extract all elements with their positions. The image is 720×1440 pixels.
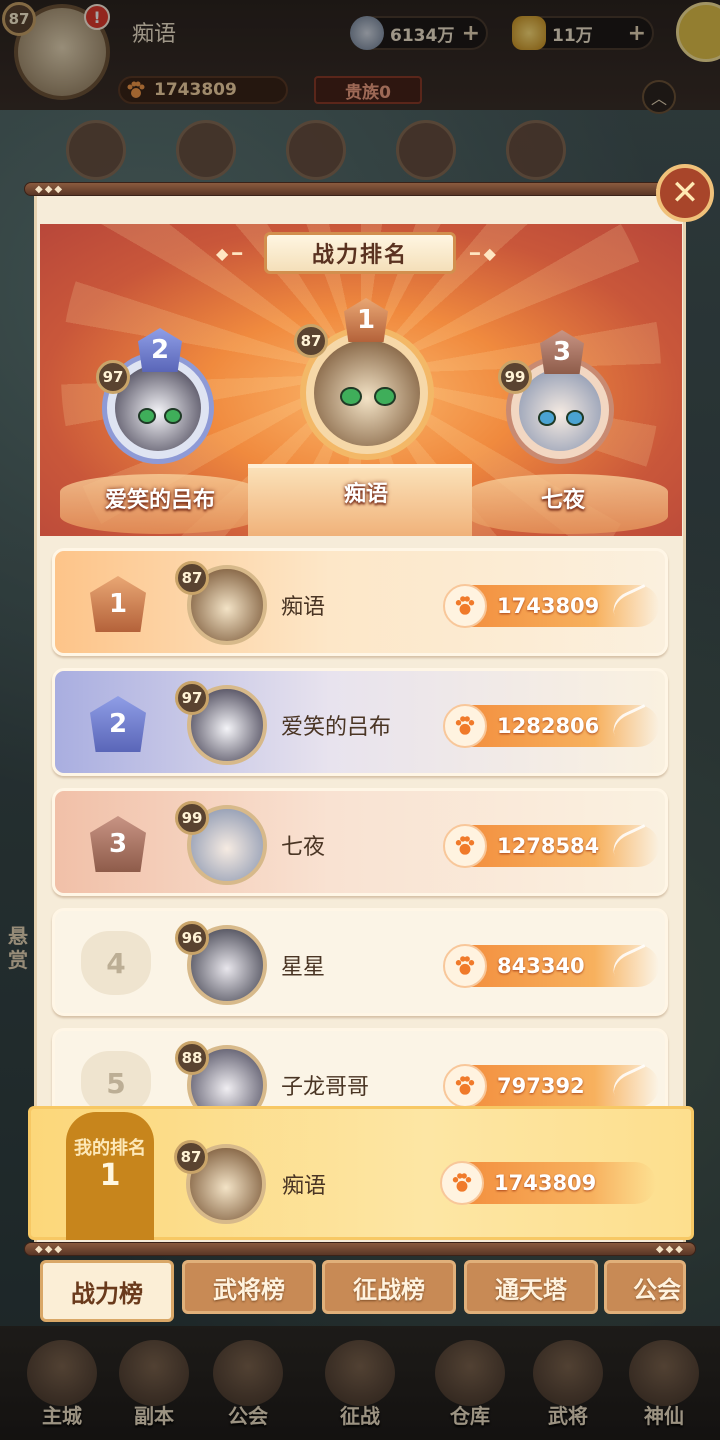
player-name: 痴语 bbox=[281, 595, 326, 620]
rank-cat-badge: 5 bbox=[81, 1051, 151, 1106]
feather-icon bbox=[607, 944, 659, 991]
player-name: 爱笑的吕布 bbox=[281, 715, 392, 740]
tab-tower[interactable]: 通天塔 bbox=[464, 1260, 598, 1314]
feather-icon bbox=[607, 584, 659, 631]
rank-number: 2 bbox=[90, 696, 146, 752]
paw-icon bbox=[443, 824, 487, 868]
my-rank-value: 1 bbox=[99, 1158, 121, 1193]
my-level-badge: 87 bbox=[174, 1140, 208, 1174]
paw-icon bbox=[443, 584, 487, 628]
banner-deco-right: ━◆ bbox=[470, 244, 500, 263]
paw-icon bbox=[443, 944, 487, 988]
my-name: 痴语 bbox=[282, 1174, 327, 1199]
podium-level-2: 97 bbox=[96, 360, 130, 394]
level-badge: 97 bbox=[175, 681, 209, 715]
paw-icon bbox=[443, 704, 487, 748]
list-item[interactable]: 1 87 痴语 1743809 bbox=[52, 548, 668, 656]
power-bar: 1278584 bbox=[443, 824, 659, 871]
level-badge: 88 bbox=[175, 1041, 209, 1075]
list-item[interactable]: 3 99 七夜 1278584 bbox=[52, 788, 668, 896]
list-item[interactable]: 5 88 子龙哥哥 797392 bbox=[52, 1028, 668, 1106]
scroll-rod-bottom: ◆◆◆ ◆◆◆ bbox=[24, 1242, 696, 1256]
hero-eye bbox=[538, 410, 557, 426]
tab-campaign[interactable]: 征战榜 bbox=[322, 1260, 456, 1314]
rank-3-badge: 3 bbox=[81, 813, 155, 875]
scroll-rod-top: ◆◆◆◆◆◆ bbox=[24, 182, 696, 196]
tab-guild[interactable]: 公会 bbox=[604, 1260, 686, 1314]
power-bar: 843340 bbox=[443, 944, 659, 991]
rank-2-badge: 2 bbox=[81, 693, 155, 755]
power-value: 843340 bbox=[497, 954, 585, 978]
rank-number: 1 bbox=[90, 576, 146, 632]
paw-icon bbox=[443, 1064, 487, 1106]
feather-icon bbox=[607, 1064, 659, 1106]
player-name: 星星 bbox=[281, 955, 326, 980]
power-value: 1282806 bbox=[497, 714, 600, 738]
power-value: 1278584 bbox=[497, 834, 600, 858]
level-badge: 87 bbox=[175, 561, 209, 595]
power-bar: 1743809 bbox=[443, 584, 659, 631]
tab-heroes[interactable]: 武将榜 bbox=[182, 1260, 316, 1314]
close-icon[interactable]: ✕ bbox=[656, 164, 714, 222]
podium-name-1: 痴语 bbox=[343, 482, 388, 507]
podium-name-2: 爱笑的吕布 bbox=[104, 488, 215, 513]
feather-icon bbox=[607, 704, 659, 751]
list-item[interactable]: 4 96 星星 843340 bbox=[52, 908, 668, 1016]
power-value: 1743809 bbox=[497, 594, 600, 618]
list-item[interactable]: 2 97 爱笑的吕布 1282806 bbox=[52, 668, 668, 776]
tab-power[interactable]: 战力榜 bbox=[40, 1260, 174, 1322]
podium-name-3: 七夜 bbox=[540, 488, 585, 513]
my-rank-label: 我的排名 bbox=[74, 1138, 146, 1159]
power-bar: 797392 bbox=[443, 1064, 659, 1106]
feather-icon bbox=[607, 824, 659, 871]
level-badge: 96 bbox=[175, 921, 209, 955]
power-bar: 1282806 bbox=[443, 704, 659, 751]
my-power-bar: 1743809 bbox=[440, 1161, 656, 1205]
player-name: 七夜 bbox=[281, 835, 326, 860]
rank-1-badge: 1 bbox=[81, 573, 155, 635]
player-name: 子龙哥哥 bbox=[281, 1075, 370, 1100]
podium-level-1: 87 bbox=[294, 324, 328, 358]
banner-deco-left: ◆━ bbox=[216, 244, 246, 263]
my-power-value: 1743809 bbox=[494, 1171, 597, 1195]
power-value: 797392 bbox=[497, 1074, 585, 1098]
ranking-list[interactable]: 1 87 痴语 1743809 2 97 爱笑的吕布 1282806 3 99 … bbox=[40, 540, 682, 1106]
panel-title: 战力排名 bbox=[264, 232, 456, 274]
rank-cat-badge: 4 bbox=[81, 931, 151, 995]
hero-eye bbox=[565, 410, 584, 426]
paw-icon bbox=[440, 1161, 484, 1205]
hero-face bbox=[314, 340, 420, 446]
level-badge: 99 bbox=[175, 801, 209, 835]
rank-number: 3 bbox=[90, 816, 146, 872]
podium-level-3: 99 bbox=[498, 360, 532, 394]
